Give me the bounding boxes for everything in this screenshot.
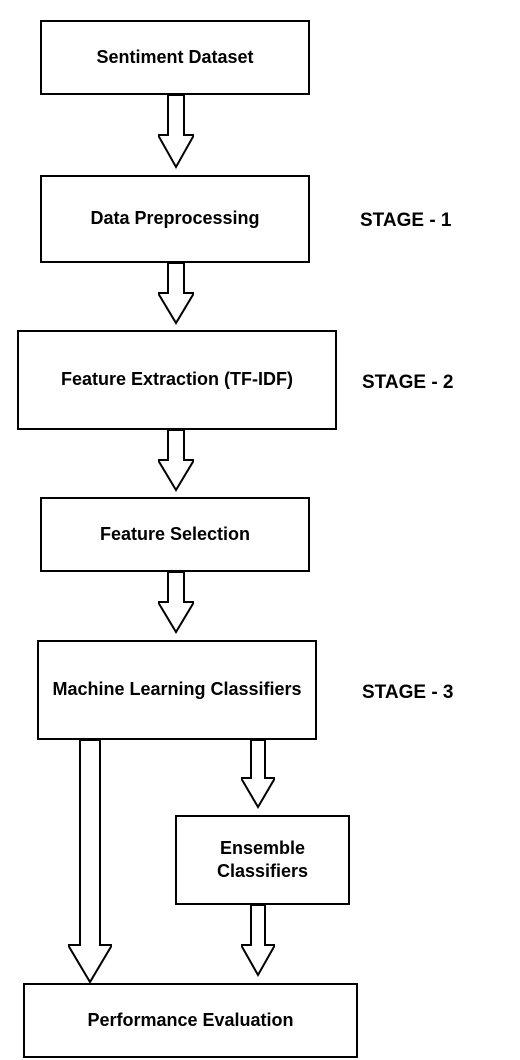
box-sentiment-dataset: Sentiment Dataset: [40, 20, 310, 95]
arrow-icon: [158, 572, 194, 635]
box-label: Feature Selection: [100, 523, 250, 546]
arrow-icon: [158, 95, 194, 170]
box-ml-classifiers: Machine Learning Classifiers: [37, 640, 317, 740]
stage-label-2: STAGE - 2: [362, 372, 454, 394]
stage-label-1: STAGE - 1: [360, 210, 452, 232]
box-label: Data Preprocessing: [90, 207, 259, 230]
box-label: Performance Evaluation: [87, 1009, 293, 1032]
arrow-icon: [158, 430, 194, 493]
box-feature-extraction: Feature Extraction (TF-IDF): [17, 330, 337, 430]
arrow-icon: [68, 740, 112, 985]
arrow-icon: [158, 263, 194, 326]
arrow-icon: [241, 905, 275, 978]
box-feature-selection: Feature Selection: [40, 497, 310, 572]
box-label: Sentiment Dataset: [96, 46, 253, 69]
box-label: Feature Extraction (TF-IDF): [61, 368, 293, 391]
box-performance-evaluation: Performance Evaluation: [23, 983, 358, 1058]
arrow-icon: [241, 740, 275, 810]
box-data-preprocessing: Data Preprocessing: [40, 175, 310, 263]
box-ensemble-classifiers: Ensemble Classifiers: [175, 815, 350, 905]
box-label: Machine Learning Classifiers: [52, 678, 301, 701]
stage-label-3: STAGE - 3: [362, 682, 454, 704]
box-label: Ensemble Classifiers: [185, 837, 340, 884]
